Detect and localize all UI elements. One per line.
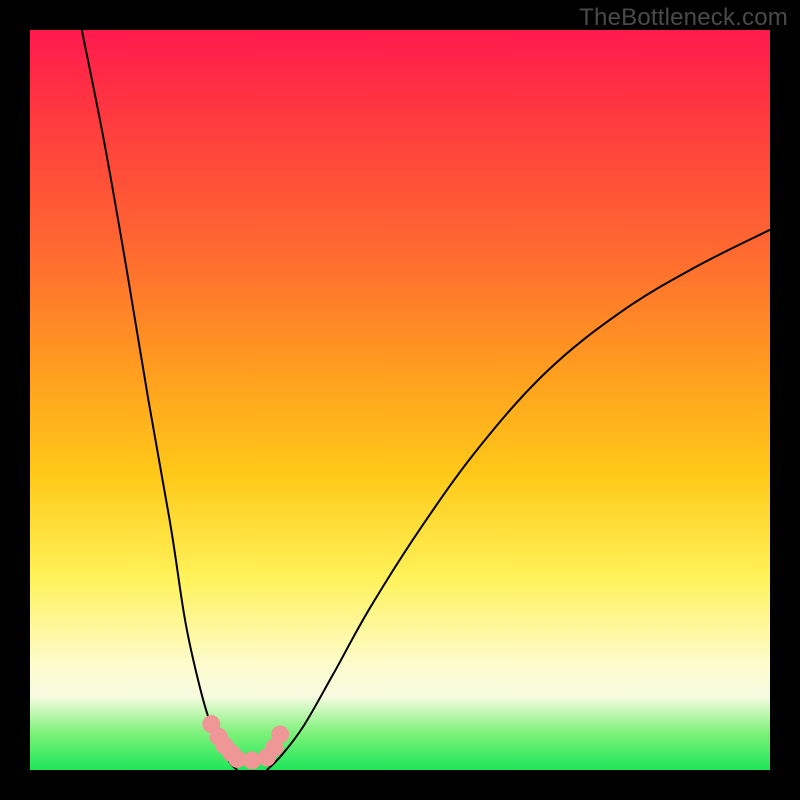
right-curve-path xyxy=(267,230,770,770)
watermark-text: TheBottleneck.com xyxy=(579,4,788,32)
left-curve-path xyxy=(82,30,237,770)
curves-svg xyxy=(30,30,770,770)
scatter-dot xyxy=(271,725,289,743)
scatter-dot xyxy=(243,751,261,769)
plot-area xyxy=(30,30,770,770)
chart-frame: TheBottleneck.com xyxy=(0,0,800,800)
